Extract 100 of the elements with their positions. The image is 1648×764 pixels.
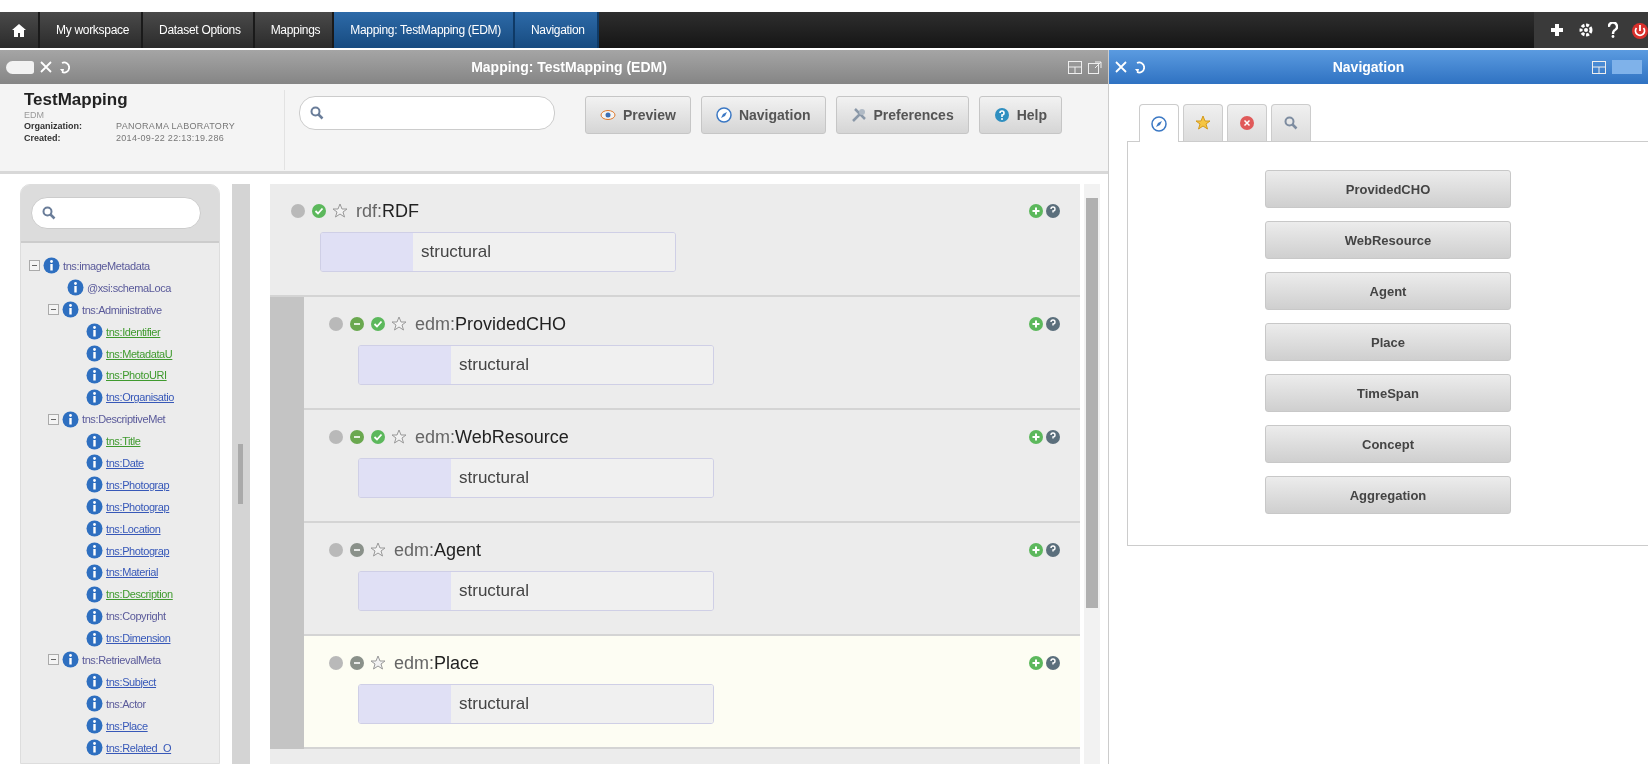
info-icon[interactable] xyxy=(86,366,103,384)
tree-toggle-icon[interactable] xyxy=(48,654,59,666)
info-icon[interactable] xyxy=(86,563,103,581)
star-icon[interactable] xyxy=(370,542,386,558)
status-icon[interactable] xyxy=(349,542,365,558)
info-icon[interactable] xyxy=(86,520,103,538)
nav-button[interactable]: Agent xyxy=(1265,272,1511,310)
popout-icon[interactable] xyxy=(1088,60,1102,74)
info-icon[interactable] xyxy=(86,454,103,472)
tree-item[interactable]: tns:Dimension xyxy=(106,632,171,645)
tree-search-field[interactable] xyxy=(31,197,201,229)
tree-item[interactable]: tns:DescriptiveMet xyxy=(82,413,166,426)
nav-tab[interactable] xyxy=(1227,104,1267,141)
nav-button[interactable]: TimeSpan xyxy=(1265,374,1511,412)
info-icon[interactable] xyxy=(62,651,79,669)
nav-button[interactable]: Aggregation xyxy=(1265,476,1511,514)
tree-item[interactable]: tns:Place xyxy=(106,719,148,732)
star-icon[interactable] xyxy=(391,429,407,445)
nav-tab[interactable] xyxy=(1271,104,1311,141)
tree-item[interactable]: tns:Copyright xyxy=(106,610,166,623)
info-icon[interactable] xyxy=(86,476,103,494)
tree-item[interactable]: tns:PhotoURI xyxy=(106,369,167,382)
tree-item[interactable]: tns:Photograp xyxy=(106,544,170,557)
tree-item[interactable]: tns:Identifier xyxy=(106,325,161,338)
info-icon[interactable] xyxy=(62,301,79,319)
star-icon[interactable] xyxy=(370,655,386,671)
scrollbar-thumb[interactable] xyxy=(1086,198,1098,608)
tree-item[interactable]: tns:Photograp xyxy=(106,478,170,491)
plus-icon[interactable] xyxy=(1550,23,1564,37)
tree-item[interactable]: tns:Organisatio xyxy=(106,391,174,404)
tree-item[interactable]: tns:MetadataU xyxy=(106,347,173,360)
toolbar-button[interactable]: Preview xyxy=(585,96,691,134)
breadcrumb-link[interactable]: My workspace xyxy=(40,12,144,48)
info-icon[interactable] xyxy=(86,323,103,341)
refresh-icon[interactable] xyxy=(58,60,70,74)
info-icon[interactable] xyxy=(86,717,103,735)
value-field[interactable]: structural xyxy=(358,571,714,611)
breadcrumb-link[interactable]: Mapping: TestMapping (EDM) xyxy=(334,12,515,48)
close-icon[interactable] xyxy=(40,61,52,73)
breadcrumb-link[interactable]: Navigation xyxy=(515,12,599,48)
tree-item[interactable]: tns:imageMetadata xyxy=(63,259,150,272)
toolbar-button[interactable]: Navigation xyxy=(700,96,826,134)
info-icon[interactable] xyxy=(86,542,103,559)
close-icon[interactable] xyxy=(1115,61,1127,73)
tree-item[interactable]: tns:Material xyxy=(106,566,159,579)
tree-toggle-icon[interactable] xyxy=(29,260,40,272)
info-icon[interactable] xyxy=(86,498,103,516)
tree-item[interactable]: tns:RetrievalMeta xyxy=(82,653,161,666)
nav-button[interactable]: Place xyxy=(1265,323,1511,361)
add-help-icons[interactable] xyxy=(1028,316,1062,332)
tree-item[interactable]: tns:Related_O xyxy=(106,741,172,754)
value-field[interactable]: structural xyxy=(320,232,676,272)
search-field[interactable] xyxy=(299,96,555,130)
info-icon[interactable] xyxy=(86,345,103,362)
tree-item[interactable]: tns:Title xyxy=(106,435,141,448)
home-button[interactable] xyxy=(0,12,40,48)
info-icon[interactable] xyxy=(43,257,60,275)
help-icon[interactable] xyxy=(1608,22,1618,38)
star-icon[interactable] xyxy=(332,203,348,219)
nav-button[interactable]: ProvidedCHO xyxy=(1265,170,1511,208)
nav-button[interactable]: Concept xyxy=(1265,425,1511,463)
breadcrumb-link[interactable]: Dataset Options xyxy=(143,12,255,48)
toolbar-button[interactable]: Help xyxy=(978,96,1063,134)
info-icon[interactable] xyxy=(86,695,103,713)
power-icon[interactable] xyxy=(1632,21,1648,39)
info-icon[interactable] xyxy=(86,673,103,691)
info-icon[interactable] xyxy=(86,432,103,450)
tree-item[interactable]: tns:Actor xyxy=(106,697,146,710)
add-help-icons[interactable] xyxy=(1028,203,1062,219)
add-help-icons[interactable] xyxy=(1028,429,1062,445)
info-icon[interactable] xyxy=(86,629,103,647)
tree-item[interactable]: tns:Description xyxy=(106,588,173,601)
info-icon[interactable] xyxy=(86,388,103,406)
info-icon[interactable] xyxy=(86,607,103,625)
tree-toggle-icon[interactable] xyxy=(48,413,59,425)
info-icon[interactable] xyxy=(86,585,103,603)
tree-item[interactable]: tns:Photograp xyxy=(106,500,170,513)
settings-icon[interactable] xyxy=(1578,22,1594,38)
tree-toggle-icon[interactable] xyxy=(48,304,59,316)
add-help-icons[interactable] xyxy=(1028,655,1062,671)
nav-button[interactable]: WebResource xyxy=(1265,221,1511,259)
value-field[interactable]: structural xyxy=(358,345,714,385)
breadcrumb-link[interactable]: Mappings xyxy=(254,12,335,48)
value-field[interactable]: structural xyxy=(358,458,714,498)
tree-item[interactable]: tns:Administrative xyxy=(82,303,162,316)
star-icon[interactable] xyxy=(391,316,407,332)
refresh-icon[interactable] xyxy=(1133,60,1145,74)
layout-icon[interactable] xyxy=(1068,60,1082,74)
tree-item[interactable]: tns:Location xyxy=(106,522,161,535)
tree-item[interactable]: tns:Subject xyxy=(106,675,157,688)
add-help-icons[interactable] xyxy=(1028,542,1062,558)
info-icon[interactable] xyxy=(86,739,103,757)
value-field[interactable]: structural xyxy=(358,684,714,724)
info-icon[interactable] xyxy=(62,410,79,428)
layout-icon[interactable] xyxy=(1592,60,1606,74)
status-icon[interactable] xyxy=(349,655,365,671)
toolbar-button[interactable]: Preferences xyxy=(835,96,969,134)
tree-item[interactable]: tns:Date xyxy=(106,456,144,469)
info-icon[interactable] xyxy=(67,279,84,297)
nav-tab[interactable] xyxy=(1139,104,1179,142)
